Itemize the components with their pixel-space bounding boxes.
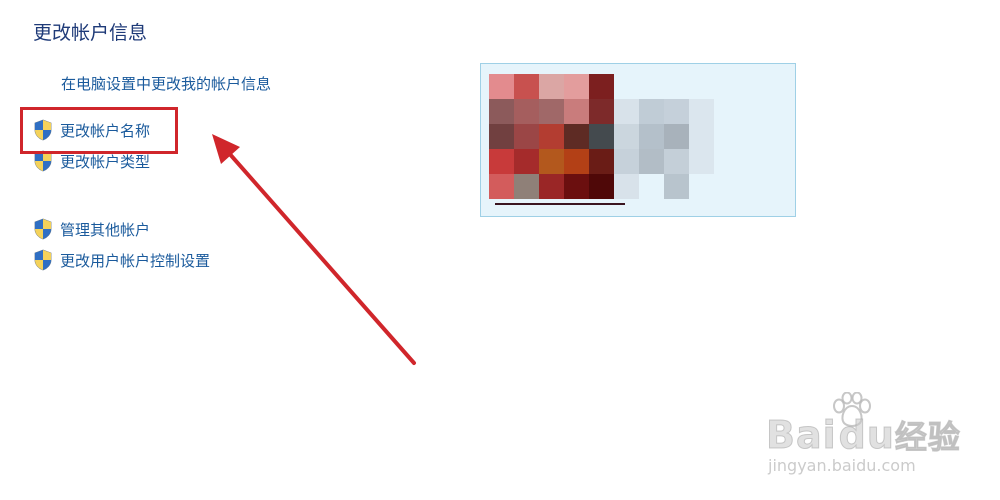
- mosaic-cell: [539, 124, 564, 149]
- mosaic-cell: [664, 99, 689, 124]
- manage-other-accounts-link[interactable]: 管理其他帐户: [33, 218, 150, 240]
- mosaic-cell: [664, 149, 689, 174]
- manage-other-accounts-label: 管理其他帐户: [60, 220, 151, 239]
- mosaic-cell: [564, 174, 589, 199]
- uac-settings-label: 更改用户帐户控制设置: [60, 251, 211, 270]
- mosaic-cell: [489, 149, 514, 174]
- mosaic-cell: [589, 124, 614, 149]
- mosaic-cell: [514, 149, 539, 174]
- mosaic-cell: [589, 74, 614, 99]
- mosaic-cell: [564, 99, 589, 124]
- mosaic-cell: [539, 174, 564, 199]
- mosaic-cell: [564, 149, 589, 174]
- mosaic-cell: [539, 74, 564, 99]
- mosaic-cell: [489, 174, 514, 199]
- mosaic-cell: [514, 124, 539, 149]
- change-account-type-link[interactable]: 更改帐户类型: [33, 150, 150, 172]
- mosaic-cell: [614, 124, 639, 149]
- uac-shield-icon: [34, 119, 52, 141]
- mosaic-cell: [514, 99, 539, 124]
- mosaic-cell: [614, 149, 639, 174]
- mosaic-cell: [639, 99, 664, 124]
- mosaic-cell: [539, 149, 564, 174]
- mosaic-cell: [489, 124, 514, 149]
- mosaic-cell: [689, 99, 714, 124]
- change-account-type-label: 更改帐户类型: [60, 152, 151, 171]
- mosaic-cell: [664, 124, 689, 149]
- mosaic-cell: [614, 99, 639, 124]
- account-avatar-panel: [480, 63, 796, 217]
- mosaic-cell: [489, 74, 514, 99]
- pc-settings-link[interactable]: 在电脑设置中更改我的帐户信息: [61, 73, 271, 94]
- mosaic-cell: [564, 124, 589, 149]
- mosaic-cell: [539, 99, 564, 124]
- mosaic-cell: [639, 124, 664, 149]
- mosaic-cell: [564, 74, 589, 99]
- mosaic-cell: [664, 174, 689, 199]
- mosaic-cell: [614, 174, 639, 199]
- watermark-brand: Baidu经验: [766, 413, 961, 458]
- mosaic-cell: [514, 74, 539, 99]
- change-account-name-link[interactable]: 更改帐户名称: [33, 119, 150, 141]
- uac-shield-icon: [34, 249, 52, 271]
- mosaic-cell: [689, 149, 714, 174]
- watermark-url: jingyan.baidu.com: [768, 456, 916, 475]
- mosaic-cell: [589, 149, 614, 174]
- page-title: 更改帐户信息: [33, 22, 148, 44]
- baidu-paw-icon: [833, 392, 871, 427]
- mosaic-cell: [489, 99, 514, 124]
- mosaic-cell: [639, 149, 664, 174]
- uac-shield-icon: [34, 150, 52, 172]
- change-account-name-label: 更改帐户名称: [60, 121, 151, 140]
- mosaic-cell: [589, 174, 614, 199]
- mosaic-cell: [689, 124, 714, 149]
- uac-shield-icon: [34, 218, 52, 240]
- mosaic-cell: [589, 99, 614, 124]
- avatar-underline: [495, 203, 625, 205]
- baidu-jingyan-watermark: Baidu经验 jingyan.baidu.com: [762, 392, 982, 492]
- uac-settings-link[interactable]: 更改用户帐户控制设置: [33, 249, 210, 271]
- mosaic-cell: [514, 174, 539, 199]
